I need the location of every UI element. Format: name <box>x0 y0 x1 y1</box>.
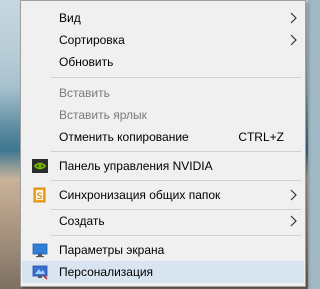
menu-item-refresh[interactable]: Обновить <box>22 51 304 73</box>
chevron-right-icon <box>290 189 297 201</box>
shortcut-text: CTRL+Z <box>238 130 284 144</box>
menu-item-create[interactable]: Создать <box>22 210 304 232</box>
display-icon <box>32 243 48 258</box>
menu-item-sync-shared-folders[interactable]: S Синхронизация общих папок <box>22 184 304 206</box>
separator <box>51 77 301 78</box>
context-menu: Вид Сортировка Обновить Вставить Вставит… <box>20 0 306 287</box>
chevron-right-icon <box>290 34 297 46</box>
menu-item-label: Вставить <box>59 86 110 100</box>
menu-item-label: Создать <box>59 214 105 228</box>
menu-item-label: Сортировка <box>59 33 125 47</box>
menu-item-label: Обновить <box>59 55 114 69</box>
menu-item-label: Вид <box>59 11 81 25</box>
menu-item-paste[interactable]: Вставить <box>22 82 304 104</box>
menu-item-display-settings[interactable]: Параметры экрана <box>22 239 304 261</box>
menu-item-label: Панель управления NVIDIA <box>59 159 213 173</box>
menu-item-view[interactable]: Вид <box>22 7 304 29</box>
separator <box>51 235 301 236</box>
menu-item-label: Вставить ярлык <box>59 108 147 122</box>
svg-text:S: S <box>37 192 43 202</box>
chevron-right-icon <box>290 12 297 24</box>
personalization-icon <box>32 265 48 280</box>
menu-item-personalization[interactable]: Персонализация <box>22 261 304 283</box>
separator <box>51 151 301 152</box>
menu-item-paste-shortcut[interactable]: Вставить ярлык <box>22 104 304 126</box>
sync-folders-icon: S <box>33 187 46 203</box>
menu-item-label: Персонализация <box>59 265 154 279</box>
menu-item-sort[interactable]: Сортировка <box>22 29 304 51</box>
chevron-right-icon <box>290 215 297 227</box>
nvidia-icon <box>32 159 48 173</box>
menu-item-nvidia-control-panel[interactable]: Панель управления NVIDIA <box>22 155 304 177</box>
menu-item-label: Параметры экрана <box>59 243 165 257</box>
separator <box>51 180 301 181</box>
menu-item-undo-copy[interactable]: Отменить копирование CTRL+Z <box>22 126 304 148</box>
menu-item-label: Синхронизация общих папок <box>59 188 221 202</box>
menu-item-label: Отменить копирование <box>59 130 189 144</box>
